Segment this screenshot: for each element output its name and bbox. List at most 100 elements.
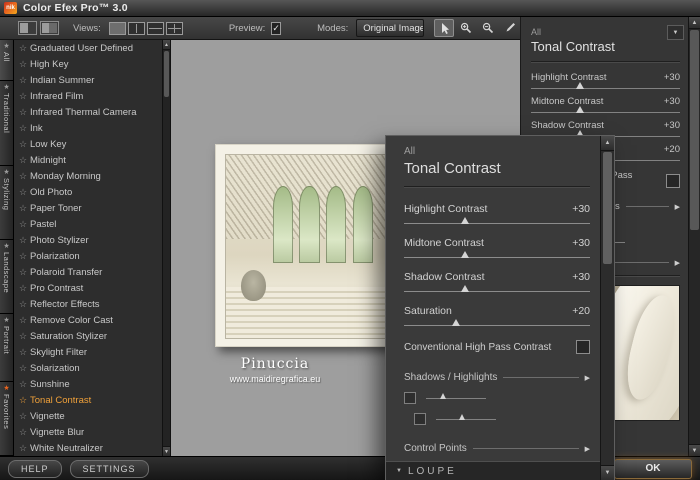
filter-item-pro-contrast[interactable]: ☆ Pro Contrast <box>14 280 162 296</box>
settings-button[interactable]: SETTINGS <box>69 459 149 478</box>
filter-item-old-photo[interactable]: ☆ Old Photo <box>14 184 162 200</box>
scrollbar-thumb[interactable] <box>690 30 699 230</box>
tab-stylizing[interactable]: ★ Stylizing <box>0 165 13 240</box>
slider-track[interactable] <box>404 217 590 224</box>
scrollbar-thumb[interactable] <box>164 51 169 97</box>
filter-label: Photo Stylizer <box>30 234 89 246</box>
slider-handle[interactable] <box>440 392 446 399</box>
slider-handle[interactable] <box>461 217 470 224</box>
filter-item-ink[interactable]: ☆ Ink <box>14 120 162 136</box>
filter-label: Vignette <box>30 410 65 422</box>
filter-item-monday-morning[interactable]: ☆ Monday Morning <box>14 168 162 184</box>
floating-panel-scrollbar[interactable]: ▲ ▼ <box>600 136 614 480</box>
section-control-points[interactable]: Control Points ▶ <box>404 443 590 454</box>
ok-button[interactable]: OK <box>614 458 692 479</box>
high-pass-checkbox[interactable] <box>576 340 590 354</box>
slider-value: +30 <box>572 271 590 283</box>
filter-item-remove-color-cast[interactable]: ☆ Remove Color Cast <box>14 312 162 328</box>
panel-collapse-button[interactable]: ▼ <box>667 25 684 40</box>
filter-item-polarization[interactable]: ☆ Polarization <box>14 248 162 264</box>
high-pass-checkbox[interactable] <box>666 174 680 188</box>
filter-label: Paper Toner <box>30 202 82 214</box>
filter-item-low-key[interactable]: ☆ Low Key <box>14 136 162 152</box>
preview-checkbox[interactable]: ✓ <box>271 21 282 35</box>
mini-checkbox[interactable] <box>414 413 426 425</box>
filter-item-sunshine[interactable]: ☆ Sunshine <box>14 376 162 392</box>
slider-handle[interactable] <box>459 413 465 420</box>
layout-single-icon[interactable] <box>18 21 37 35</box>
mini-checkbox[interactable] <box>404 392 416 404</box>
tab-traditional[interactable]: ★ Traditional <box>0 80 13 166</box>
filter-item-vignette-blur[interactable]: ☆ Vignette Blur <box>14 424 162 440</box>
filter-item-pastel[interactable]: ☆ Pastel <box>14 216 162 232</box>
filter-item-graduated-user-defined[interactable]: ☆ Graduated User Defined <box>14 40 162 56</box>
filter-label: Monday Morning <box>30 170 101 182</box>
zoom-out-tool-icon[interactable] <box>478 19 498 37</box>
scroll-up-icon[interactable]: ▲ <box>601 136 614 151</box>
filter-item-midnight[interactable]: ☆ Midnight <box>14 152 162 168</box>
slider-handle[interactable] <box>461 251 470 258</box>
slider-handle[interactable] <box>461 285 470 292</box>
filter-item-high-key[interactable]: ☆ High Key <box>14 56 162 72</box>
slider-handle[interactable] <box>576 106 585 113</box>
scroll-up-icon[interactable]: ▲ <box>163 40 170 50</box>
slider-track[interactable] <box>404 319 590 326</box>
view-single-icon[interactable] <box>108 21 126 35</box>
slider-track[interactable] <box>531 106 680 113</box>
filter-item-reflector-effects[interactable]: ☆ Reflector Effects <box>14 296 162 312</box>
expand-right-icon[interactable]: ▶ <box>585 374 590 382</box>
views-label: Views: <box>73 22 101 34</box>
filter-list-scrollbar[interactable]: ▲ ▼ <box>162 40 171 456</box>
mini-slider-track[interactable] <box>436 413 496 420</box>
scroll-down-icon[interactable]: ▼ <box>689 444 700 456</box>
filter-item-skylight-filter[interactable]: ☆ Skylight Filter <box>14 344 162 360</box>
section-shadows-highlights[interactable]: Shadows / Highlights ▶ <box>404 372 590 383</box>
filter-item-paper-toner[interactable]: ☆ Paper Toner <box>14 200 162 216</box>
filter-item-indian-summer[interactable]: ☆ Indian Summer <box>14 72 162 88</box>
filter-item-infrared-film[interactable]: ☆ Infrared Film <box>14 88 162 104</box>
slider-handle[interactable] <box>576 82 585 89</box>
tab-landscape[interactable]: ★ Landscape <box>0 239 13 314</box>
view-quad-icon[interactable] <box>165 21 183 35</box>
slider-value: +30 <box>572 203 590 215</box>
star-icon: ☆ <box>19 282 28 293</box>
slider-track[interactable] <box>531 82 680 89</box>
scroll-down-icon[interactable]: ▼ <box>601 465 614 480</box>
mini-slider-track[interactable] <box>426 392 486 399</box>
tab-all[interactable]: ★ All <box>0 40 13 81</box>
slider-track[interactable] <box>404 285 590 292</box>
layout-split-icon[interactable] <box>40 21 59 35</box>
filter-item-infrared-thermal-camera[interactable]: ☆ Infrared Thermal Camera <box>14 104 162 120</box>
filter-item-photo-stylizer[interactable]: ☆ Photo Stylizer <box>14 232 162 248</box>
filter-item-white-neutralizer[interactable]: ☆ White Neutralizer <box>14 440 162 456</box>
tab-favorites[interactable]: ★ Favorites <box>0 382 13 457</box>
panel-scrollbar[interactable]: ▲ ▼ <box>688 17 700 456</box>
slider-handle[interactable] <box>452 319 461 326</box>
view-split-vertical-icon[interactable] <box>127 21 145 35</box>
floating-filter-panel: All Tonal Contrast Highlight Contrast +30… <box>385 135 615 480</box>
filter-item-vignette[interactable]: ☆ Vignette <box>14 408 162 424</box>
help-button[interactable]: HELP <box>8 459 62 478</box>
slider-track[interactable] <box>404 251 590 258</box>
tab-portrait[interactable]: ★ Portrait <box>0 313 13 383</box>
star-icon: ☆ <box>19 250 28 261</box>
loupe-bar[interactable]: ▼ LOUPE <box>386 461 600 480</box>
filter-item-polaroid-transfer[interactable]: ☆ Polaroid Transfer <box>14 264 162 280</box>
filter-item-solarization[interactable]: ☆ Solarization <box>14 360 162 376</box>
modes-dropdown[interactable]: Original Image ▼ <box>356 19 424 37</box>
star-icon: ☆ <box>19 266 28 277</box>
zoom-in-tool-icon[interactable] <box>456 19 476 37</box>
star-icon: ★ <box>3 168 10 176</box>
eyedropper-tool-icon[interactable] <box>500 19 520 37</box>
expand-right-icon[interactable]: ▶ <box>585 445 590 453</box>
filter-item-saturation-stylizer[interactable]: ☆ Saturation Stylizer <box>14 328 162 344</box>
filter-item-tonal-contrast[interactable]: ☆ Tonal Contrast <box>14 392 162 408</box>
scrollbar-thumb[interactable] <box>603 152 612 264</box>
expand-right-icon[interactable]: ▶ <box>675 259 680 267</box>
expand-right-icon[interactable]: ▶ <box>675 203 680 211</box>
slider-highlight-contrast: Highlight Contrast +30 <box>531 72 680 89</box>
scroll-down-icon[interactable]: ▼ <box>163 446 170 456</box>
scroll-up-icon[interactable]: ▲ <box>689 17 700 29</box>
view-split-horizontal-icon[interactable] <box>146 21 164 35</box>
pointer-tool-icon[interactable] <box>434 19 454 37</box>
